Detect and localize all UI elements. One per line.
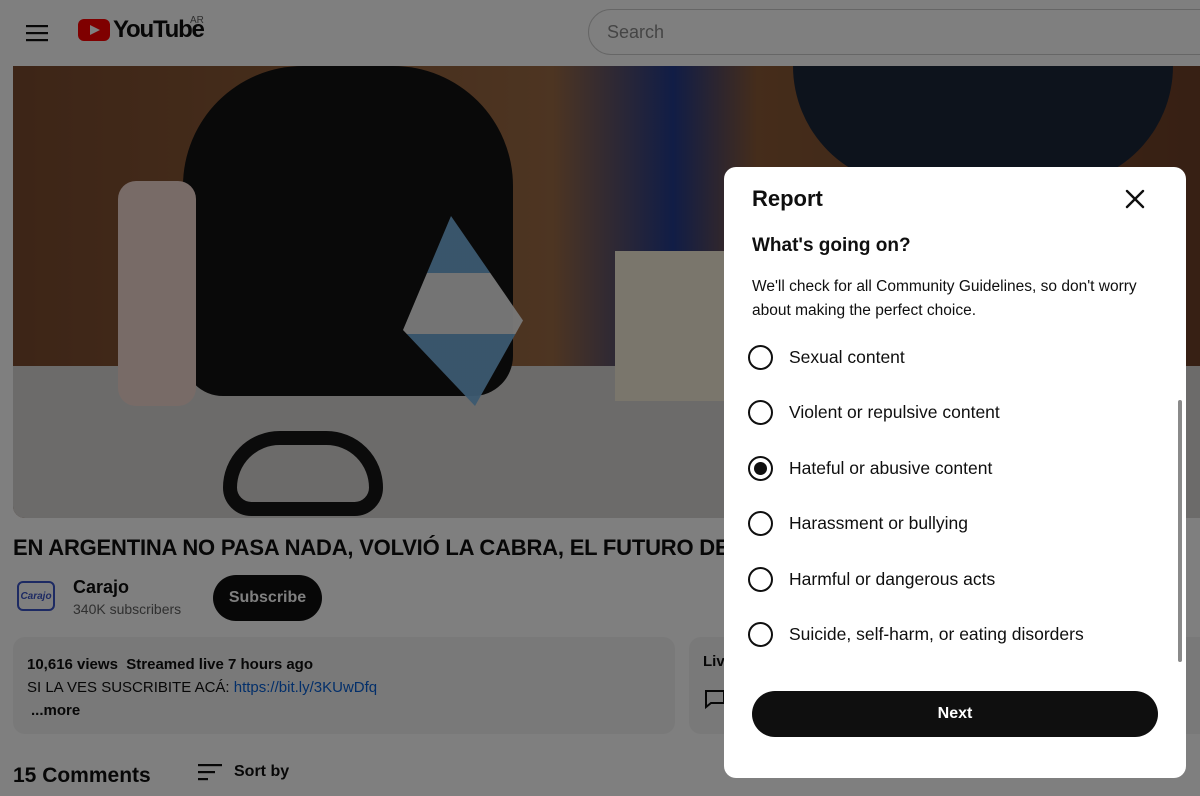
radio-button[interactable] bbox=[748, 621, 773, 647]
option-label: Hateful or abusive content bbox=[789, 457, 993, 478]
report-option[interactable]: Harmful or dangerous acts bbox=[748, 552, 1168, 607]
dialog-title: Report bbox=[752, 186, 823, 211]
dialog-scrollbar[interactable] bbox=[1178, 400, 1182, 662]
radio-button[interactable] bbox=[748, 566, 773, 592]
report-option[interactable]: Violent or repulsive content bbox=[748, 385, 1168, 440]
option-label: Harmful or dangerous acts bbox=[789, 568, 996, 589]
report-option[interactable]: Harassment or bullying bbox=[748, 496, 1168, 551]
option-label: Suicide, self-harm, or eating disorders bbox=[789, 623, 1084, 644]
report-options: Sexual content Violent or repulsive cont… bbox=[748, 330, 1168, 662]
radio-button[interactable] bbox=[748, 400, 773, 426]
option-label: Harassment or bullying bbox=[789, 513, 968, 534]
report-option[interactable]: Hateful or abusive content bbox=[748, 441, 1168, 496]
report-question: What's going on? bbox=[752, 235, 911, 256]
report-dialog: Report What's going on? We'll check for … bbox=[724, 167, 1186, 778]
radio-button[interactable] bbox=[748, 511, 773, 537]
option-label: Sexual content bbox=[789, 347, 905, 367]
option-label: Violent or repulsive content bbox=[789, 402, 1000, 423]
radio-button[interactable] bbox=[748, 345, 773, 370]
report-option[interactable]: Suicide, self-harm, or eating disorders bbox=[748, 607, 1168, 662]
radio-button[interactable] bbox=[748, 455, 773, 481]
report-option[interactable]: Sexual content bbox=[748, 330, 1168, 385]
close-icon bbox=[1125, 189, 1145, 209]
report-notice: We'll check for all Community Guidelines… bbox=[752, 278, 1137, 319]
next-button[interactable]: Next bbox=[752, 691, 1158, 737]
close-button[interactable] bbox=[1120, 182, 1150, 216]
